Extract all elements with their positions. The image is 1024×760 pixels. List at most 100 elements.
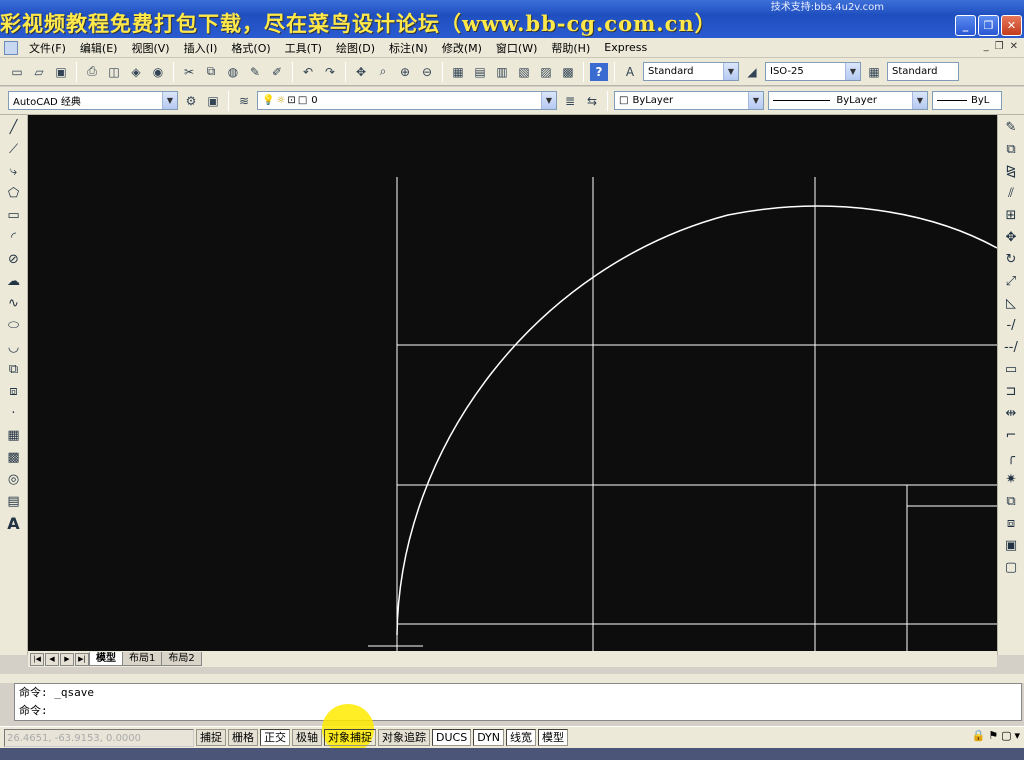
doc-close-icon[interactable]: ✕: [1010, 41, 1018, 52]
move-icon[interactable]: ✥: [1001, 227, 1021, 247]
save-workspace-icon[interactable]: ▣: [204, 92, 222, 110]
publish-icon[interactable]: ◈: [127, 63, 145, 81]
clean-screen-icon[interactable]: ▢: [1001, 729, 1011, 742]
stretch-icon[interactable]: ◺: [1001, 293, 1021, 313]
model-toggle[interactable]: 模型: [538, 729, 569, 746]
preview-icon[interactable]: ◫: [105, 63, 123, 81]
copy-icon[interactable]: ⧉: [202, 63, 220, 81]
dim-style-select[interactable]: ISO-25 ▼: [765, 62, 861, 81]
zoom-realtime-icon[interactable]: ⌕: [374, 63, 392, 81]
zoom-previous-icon[interactable]: ⊖: [418, 63, 436, 81]
snap-toggle[interactable]: 捕捉: [196, 729, 226, 746]
table-style-icon[interactable]: ▦: [865, 63, 883, 81]
lineweight-toggle[interactable]: 线宽: [506, 729, 537, 746]
redo-icon[interactable]: ↷: [321, 63, 339, 81]
tab-layout2[interactable]: 布局2: [161, 652, 202, 666]
sheet-set-icon[interactable]: ▧: [515, 63, 533, 81]
send-back-icon[interactable]: ▣: [1001, 535, 1021, 555]
ellipse-arc-icon[interactable]: ◡: [4, 337, 24, 357]
lock-icon[interactable]: 🔒: [971, 729, 985, 742]
revision-cloud-icon[interactable]: ☁: [4, 271, 24, 291]
menu-draw[interactable]: 绘图(D): [329, 40, 382, 56]
menu-tools[interactable]: 工具(T): [278, 40, 329, 56]
menu-modify[interactable]: 修改(M): [435, 40, 489, 56]
menu-format[interactable]: 格式(O): [224, 40, 277, 56]
ducs-toggle[interactable]: DUCS: [432, 729, 472, 746]
rotate-icon[interactable]: ↻: [1001, 249, 1021, 269]
layer-select[interactable]: 💡 ☼ ⊡ □ 0 ▼: [257, 91, 557, 110]
otrack-toggle[interactable]: 对象追踪: [378, 729, 430, 746]
break-icon[interactable]: ⊐: [1001, 381, 1021, 401]
region-icon[interactable]: ◎: [4, 469, 24, 489]
command-prompt[interactable]: 命令:: [15, 702, 1021, 720]
extend-icon[interactable]: --/: [1001, 337, 1021, 357]
spline-icon[interactable]: ∿: [4, 293, 24, 313]
point-icon[interactable]: ·: [4, 403, 24, 423]
break-at-point-icon[interactable]: ▭: [1001, 359, 1021, 379]
polyline-icon[interactable]: ⤷: [4, 161, 24, 181]
table-icon[interactable]: ▤: [4, 491, 24, 511]
new-icon[interactable]: ▭: [8, 63, 26, 81]
arc-icon[interactable]: ◜: [4, 227, 24, 247]
menu-dimension[interactable]: 标注(N): [382, 40, 435, 56]
above-object-icon[interactable]: ▢: [1001, 557, 1021, 577]
design-center-icon[interactable]: ▤: [471, 63, 489, 81]
layer-manager-icon[interactable]: ≋: [235, 92, 253, 110]
restore-icon[interactable]: ❐: [978, 15, 999, 36]
hatch-icon[interactable]: ▦: [4, 425, 24, 445]
text-style-icon[interactable]: A: [621, 63, 639, 81]
menu-file[interactable]: 文件(F): [22, 40, 73, 56]
array-icon[interactable]: ⊞: [1001, 205, 1021, 225]
matchprop-icon[interactable]: ✎: [246, 63, 264, 81]
close-icon[interactable]: ✕: [1001, 15, 1022, 36]
lineweight-select[interactable]: ByL: [932, 91, 1002, 110]
menu-edit[interactable]: 编辑(E): [73, 40, 125, 56]
calculator-icon[interactable]: ▩: [559, 63, 577, 81]
menu-window[interactable]: 窗口(W): [489, 40, 544, 56]
next-tab-icon[interactable]: ▶: [60, 652, 74, 666]
doc-minimize-icon[interactable]: _: [984, 41, 989, 52]
osnap-toggle[interactable]: 对象捕捉: [324, 729, 376, 746]
communication-icon[interactable]: ⚑: [988, 729, 998, 742]
join-icon[interactable]: ⇹: [1001, 403, 1021, 423]
tab-layout1[interactable]: 布局1: [122, 652, 163, 666]
undo-icon[interactable]: ↶: [299, 63, 317, 81]
menu-express[interactable]: Express: [597, 41, 654, 54]
erase-icon[interactable]: ✎: [1001, 117, 1021, 137]
fillet-icon[interactable]: ╭: [1001, 447, 1021, 467]
insert-block-icon[interactable]: ⧉: [4, 359, 24, 379]
prev-tab-icon[interactable]: ◀: [45, 652, 59, 666]
offset-icon[interactable]: ⫽: [1001, 183, 1021, 203]
app-menu-icon[interactable]: [4, 40, 18, 55]
menu-arrow-icon[interactable]: ▾: [1014, 729, 1020, 742]
tool-palettes-icon[interactable]: ▥: [493, 63, 511, 81]
3dprint-icon[interactable]: ◉: [149, 63, 167, 81]
explode-icon[interactable]: ✷: [1001, 469, 1021, 489]
help-icon[interactable]: ?: [590, 62, 608, 81]
ortho-toggle[interactable]: 正交: [260, 729, 290, 746]
workspace-select[interactable]: AutoCAD 经典 ▼: [8, 91, 178, 110]
block-editor-icon[interactable]: ✐: [268, 63, 286, 81]
workspace-settings-icon[interactable]: ⚙: [182, 92, 200, 110]
draw-order-icon[interactable]: ⧉: [1001, 491, 1021, 511]
chamfer-icon[interactable]: ⌐: [1001, 425, 1021, 445]
mirror-icon[interactable]: ⧎: [1001, 161, 1021, 181]
make-block-icon[interactable]: ⧈: [4, 381, 24, 401]
dim-style-icon[interactable]: ◢: [743, 63, 761, 81]
save-icon[interactable]: ▣: [52, 63, 70, 81]
ellipse-icon[interactable]: ⬭: [4, 315, 24, 335]
menu-view[interactable]: 视图(V): [124, 40, 176, 56]
print-icon[interactable]: ⎙: [83, 63, 101, 81]
rectangle-icon[interactable]: ▭: [4, 205, 24, 225]
menu-insert[interactable]: 插入(I): [177, 40, 225, 56]
command-splitter[interactable]: [0, 674, 1024, 683]
doc-restore-icon[interactable]: ❐: [995, 41, 1004, 52]
bring-front-icon[interactable]: ⧈: [1001, 513, 1021, 533]
minimize-icon[interactable]: _: [955, 15, 976, 36]
dyn-toggle[interactable]: DYN: [473, 729, 505, 746]
pan-icon[interactable]: ✥: [352, 63, 370, 81]
drawing-canvas[interactable]: [28, 115, 997, 652]
trim-icon[interactable]: -/: [1001, 315, 1021, 335]
open-icon[interactable]: ▱: [30, 63, 48, 81]
polar-toggle[interactable]: 极轴: [292, 729, 322, 746]
